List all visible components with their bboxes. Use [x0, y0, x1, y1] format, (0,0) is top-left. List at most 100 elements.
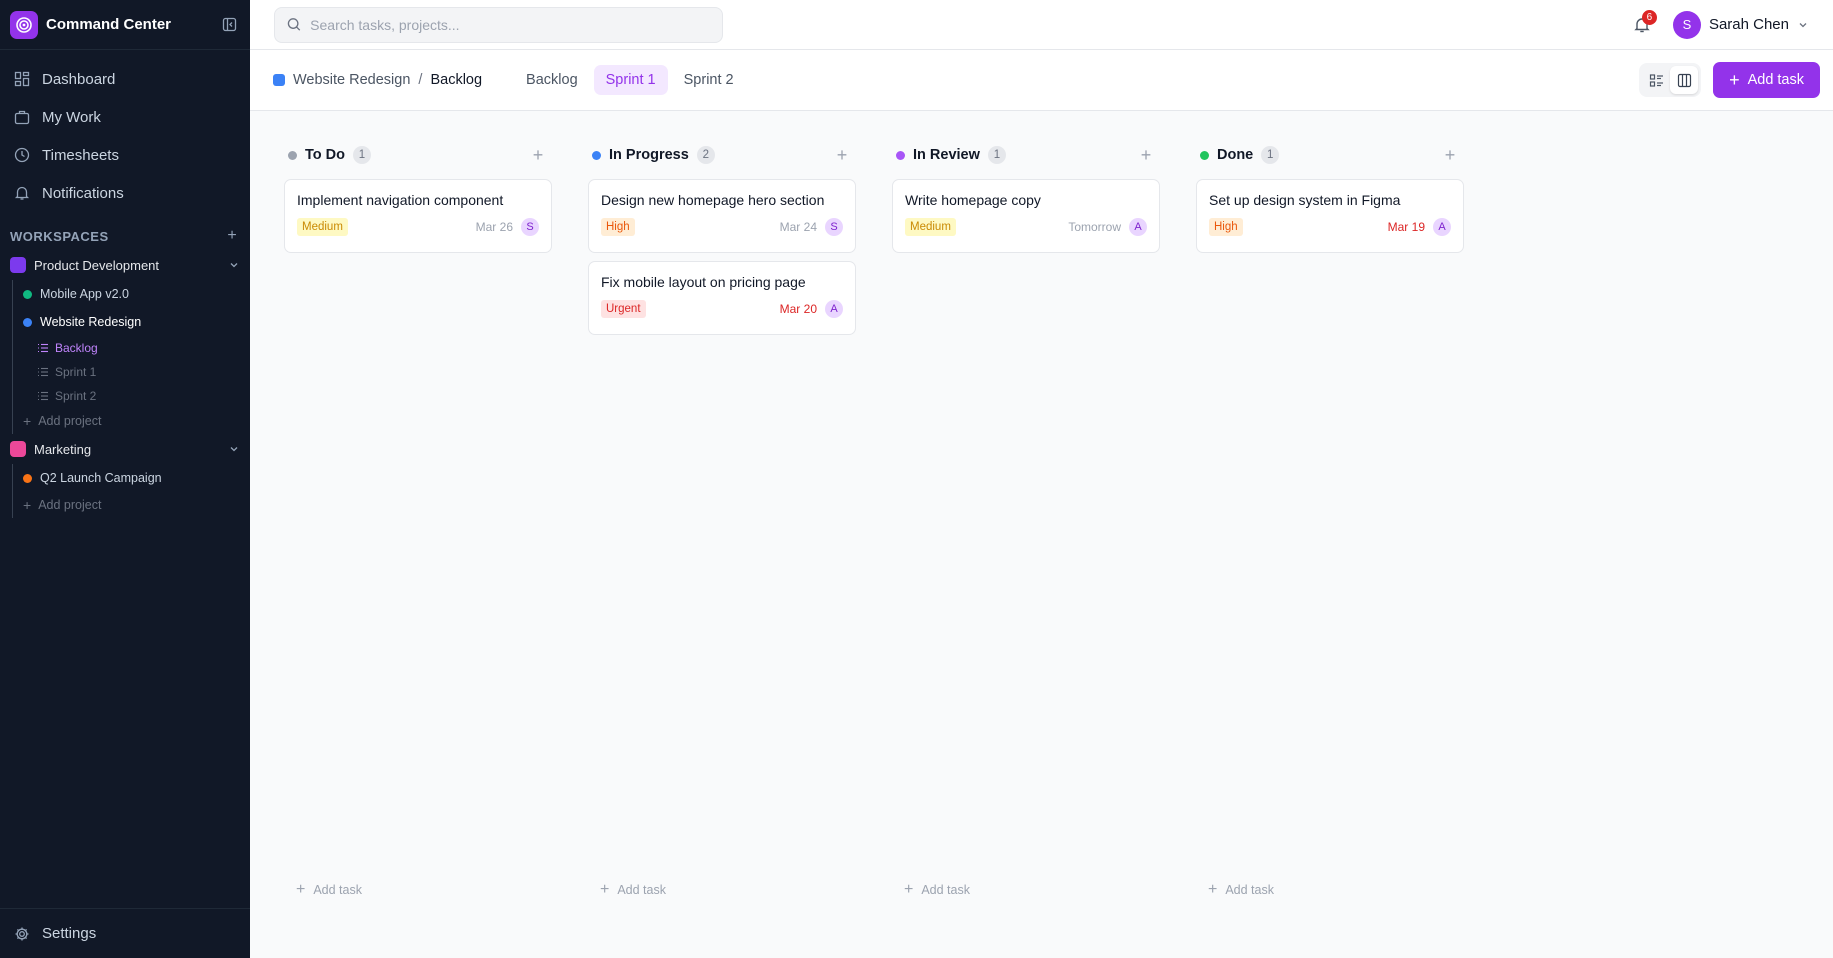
- add-task-link[interactable]: + Add task: [296, 881, 362, 899]
- add-workspace-icon[interactable]: +: [224, 227, 240, 245]
- user-menu[interactable]: S Sarah Chen: [1672, 10, 1809, 39]
- due-date: Mar 19: [1387, 220, 1425, 234]
- plus-icon: +: [23, 497, 32, 513]
- sprint-item-backlog[interactable]: Backlog: [13, 336, 250, 360]
- board-view-icon: [1677, 73, 1691, 87]
- project-website-redesign[interactable]: Website Redesign: [13, 308, 250, 336]
- sprint-tabs: Backlog Sprint 1 Sprint 2: [514, 65, 750, 95]
- sprint-item-sprint-2[interactable]: Sprint 2: [13, 384, 250, 408]
- workspace-projects: Q2 Launch Campaign + Add project: [12, 464, 250, 518]
- clock-icon: [14, 147, 30, 163]
- add-card-icon[interactable]: +: [832, 145, 852, 166]
- tab-sprint-1[interactable]: Sprint 1: [593, 65, 668, 95]
- status-dot: [288, 150, 297, 160]
- sprint-item-sprint-1[interactable]: Sprint 1: [13, 360, 250, 384]
- workspaces-header: WORKSPACES +: [0, 222, 250, 250]
- tab-backlog[interactable]: Backlog: [514, 65, 590, 95]
- project-q2-launch-campaign[interactable]: Q2 Launch Campaign: [13, 464, 250, 492]
- user-name: Sarah Chen: [1708, 16, 1789, 33]
- add-task-button[interactable]: + Add task: [1713, 62, 1820, 98]
- add-project-button[interactable]: + Add project: [13, 408, 250, 434]
- add-task-link[interactable]: + Add task: [904, 881, 970, 899]
- due-date: Mar 20: [779, 302, 817, 316]
- search-box[interactable]: [274, 6, 723, 43]
- chevron-down-icon[interactable]: [228, 259, 240, 271]
- kanban-board: To Do 1 + Implement navigation component…: [250, 111, 1833, 958]
- search-input[interactable]: [310, 16, 710, 33]
- workspace-marketing[interactable]: Marketing: [0, 434, 250, 464]
- status-dot: [896, 150, 905, 160]
- priority-badge: Medium: [297, 218, 348, 236]
- breadcrumb-project-link[interactable]: Website Redesign: [293, 72, 410, 88]
- status-dot: [592, 150, 601, 160]
- task-meta: Urgent Mar 20 A: [601, 300, 843, 318]
- sidebar-item-label: Dashboard: [42, 70, 116, 88]
- column-to-do: To Do 1 + Implement navigation component…: [284, 141, 552, 901]
- sidebar-item-dashboard[interactable]: Dashboard: [0, 60, 250, 98]
- task-card[interactable]: Implement navigation component Medium Ma…: [284, 179, 552, 253]
- plus-icon: +: [23, 413, 32, 429]
- task-title: Design new homepage hero section: [601, 192, 825, 208]
- app-logo-icon[interactable]: [10, 10, 38, 39]
- plus-icon: +: [1208, 881, 1218, 898]
- add-task-link[interactable]: + Add task: [1208, 881, 1274, 899]
- column-count-badge: 1: [353, 146, 371, 164]
- project-name: Q2 Launch Campaign: [40, 471, 162, 485]
- bell-icon: [14, 186, 30, 200]
- workspace-product-development[interactable]: Product Development: [0, 250, 250, 280]
- plus-icon: +: [600, 881, 610, 898]
- sidebar-item-timesheets[interactable]: Timesheets: [0, 136, 250, 174]
- column-count-badge: 1: [1261, 146, 1280, 164]
- add-card-icon[interactable]: +: [1136, 145, 1156, 166]
- plus-icon: +: [904, 881, 914, 898]
- notifications-button[interactable]: 6: [1627, 9, 1657, 40]
- gear-icon: [15, 927, 29, 940]
- plus-icon: +: [296, 881, 306, 898]
- sprint-name: Sprint 2: [55, 389, 97, 403]
- chevron-down-icon[interactable]: [228, 443, 240, 455]
- task-meta: High Mar 19 A: [1209, 218, 1451, 236]
- add-card-icon[interactable]: +: [528, 145, 548, 166]
- sidebar-item-settings[interactable]: Settings: [0, 908, 250, 958]
- list-view-button[interactable]: [1642, 66, 1670, 94]
- collapse-sidebar-icon[interactable]: [218, 14, 240, 36]
- project-color-dot: [23, 317, 32, 327]
- sidebar-item-label: Notifications: [42, 184, 124, 202]
- add-task-label: Add task: [921, 883, 970, 897]
- column-in-progress: In Progress 2 + Design new homepage hero…: [588, 141, 856, 901]
- sidebar-item-notifications[interactable]: Notifications: [0, 174, 250, 212]
- column-header: In Review 1 +: [892, 141, 1160, 169]
- search-icon: [287, 18, 301, 31]
- workspace-projects: Mobile App v2.0 Website Redesign Backlog…: [12, 280, 250, 434]
- add-project-label: Add project: [38, 498, 102, 512]
- due-date: Mar 26: [475, 220, 513, 234]
- board-view-button[interactable]: [1670, 66, 1699, 94]
- add-project-button[interactable]: + Add project: [13, 492, 250, 518]
- workspaces-label: WORKSPACES: [10, 228, 109, 244]
- column-title: To Do: [305, 147, 345, 163]
- project-name: Mobile App v2.0: [40, 287, 129, 301]
- settings-label: Settings: [42, 925, 97, 942]
- task-title: Write homepage copy: [905, 192, 1041, 208]
- due-date: Mar 24: [779, 220, 817, 234]
- workspace-color-swatch: [10, 257, 26, 273]
- task-card[interactable]: Write homepage copy Medium Tomorrow A: [892, 179, 1160, 253]
- task-card[interactable]: Set up design system in Figma High Mar 1…: [1196, 179, 1464, 253]
- top-bar: 6 S Sarah Chen: [250, 0, 1833, 50]
- add-card-icon[interactable]: +: [1440, 145, 1460, 166]
- task-card[interactable]: Fix mobile layout on pricing page Urgent…: [588, 261, 856, 335]
- status-dot: [1200, 150, 1209, 160]
- tab-sprint-2[interactable]: Sprint 2: [672, 65, 746, 95]
- add-task-link[interactable]: + Add task: [600, 881, 666, 899]
- task-card[interactable]: Design new homepage hero section High Ma…: [588, 179, 856, 253]
- add-task-label: Add task: [617, 883, 666, 897]
- brand-header: Command Center: [0, 0, 250, 50]
- project-mobile-app[interactable]: Mobile App v2.0: [13, 280, 250, 308]
- sidebar-nav: Dashboard My Work Timesheets Notificatio…: [0, 50, 250, 212]
- board-header: Website Redesign / Backlog Backlog Sprin…: [250, 50, 1833, 111]
- task-title: Set up design system in Figma: [1209, 192, 1401, 208]
- sidebar-item-my-work[interactable]: My Work: [0, 98, 250, 136]
- workspace-name: Marketing: [34, 441, 92, 457]
- project-name: Website Redesign: [40, 315, 142, 329]
- list-icon: [38, 367, 48, 377]
